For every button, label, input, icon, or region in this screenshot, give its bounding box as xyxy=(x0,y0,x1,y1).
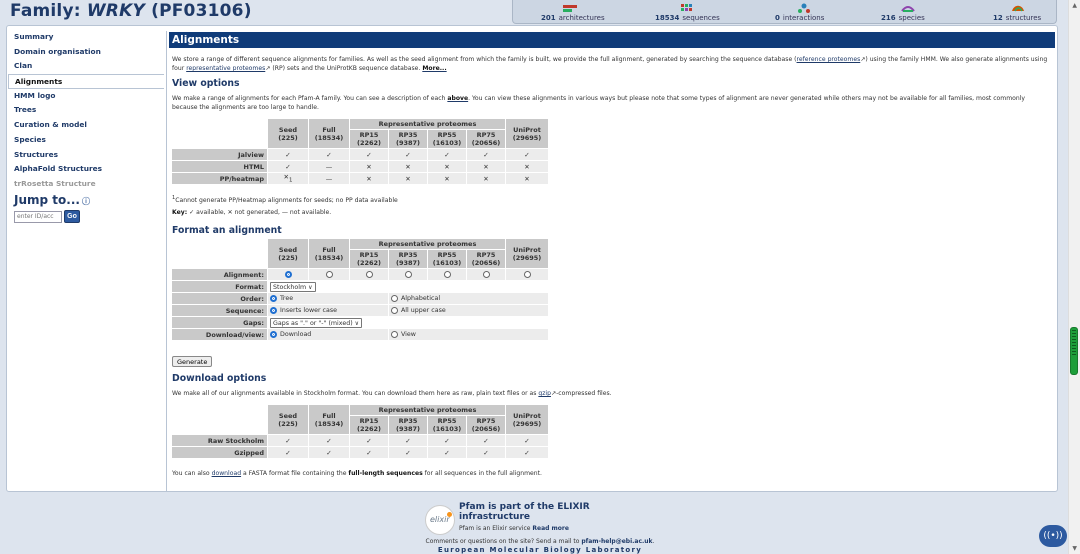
format-table: Seed (225) Full (18534) Representative pro… xyxy=(171,238,549,341)
col-uniprot: UniProt (29695) xyxy=(506,119,548,148)
fasta-text: You can also download a FASTA format fil… xyxy=(172,470,542,477)
alignment-radio-full[interactable] xyxy=(325,271,333,278)
help-icon[interactable]: ⓘ xyxy=(82,197,90,206)
col-rp35: RP35 (9387) xyxy=(389,130,427,148)
sequence-radio-upper[interactable] xyxy=(391,307,398,314)
order-radio-tree[interactable] xyxy=(270,295,277,302)
sidebar-nav: Summary Domain organisation Clan Alignme… xyxy=(6,30,164,192)
elixir-heading: Pfam is part of the ELIXIR infrastructure xyxy=(459,502,590,522)
order-row: Order: Tree Alphabetical xyxy=(172,293,548,304)
view-options-text: We make a range of alignments for each P… xyxy=(172,95,1026,111)
sequences-icon xyxy=(680,3,696,13)
table-row: HTML ✓ — ✕ ✕ ✕ ✕ ✕ xyxy=(172,161,548,172)
footnote: 1Cannot generate PP/Heatmap alignments f… xyxy=(172,195,398,205)
representative-proteomes-link[interactable]: representative proteomes xyxy=(186,65,265,72)
sidebar-item-summary[interactable]: Summary xyxy=(6,30,162,45)
view-options-table: Seed (225) Full (18534) Representative pro… xyxy=(171,118,549,185)
jump-to-input[interactable] xyxy=(14,210,62,223)
contact-line: Comments or questions on the site? Send … xyxy=(425,538,655,545)
col-full: Full (18534) xyxy=(309,119,349,148)
intro-text: We store a range of different sequence a… xyxy=(172,56,1048,72)
view-radio[interactable] xyxy=(391,331,398,338)
table-row: Gzipped ✓ ✓ ✓ ✓ ✓ ✓ ✓ xyxy=(172,447,548,458)
generate-button[interactable]: Generate xyxy=(172,356,213,367)
gaps-select[interactable]: Gaps as "." or "-" (mixed) ∨ xyxy=(270,317,363,328)
order-radio-alphabetical[interactable] xyxy=(391,295,398,302)
chevron-down-icon: ∨ xyxy=(308,283,313,291)
section-title: Alignments xyxy=(169,32,1055,48)
col-rp15: RP15 (2262) xyxy=(350,130,388,148)
species-icon xyxy=(900,3,916,13)
download-fasta-link[interactable]: download xyxy=(212,470,241,477)
sidebar-item-trees[interactable]: Trees xyxy=(6,103,162,118)
jump-to-box: Jump to...ⓘ Go xyxy=(14,193,90,223)
download-radio[interactable] xyxy=(270,331,277,338)
view-options-heading: View options xyxy=(172,78,240,89)
interactions-icon xyxy=(796,3,812,13)
scroll-down-icon[interactable]: ▼ xyxy=(1072,545,1077,552)
structures-icon xyxy=(1010,3,1026,13)
format-heading: Format an alignment xyxy=(172,225,282,236)
col-seed: Seed (225) xyxy=(268,119,308,148)
sidebar-item-hmm-logo[interactable]: HMM logo xyxy=(6,89,162,104)
sidebar-item-structures[interactable]: Structures xyxy=(6,148,162,163)
sequence-row: Sequence: Inserts lower case All upper c… xyxy=(172,305,548,316)
col-rp75: RP75 (20656) xyxy=(467,130,505,148)
scrollbar[interactable]: ▲ ▼ xyxy=(1068,0,1080,554)
reference-proteomes-link[interactable]: reference proteomes xyxy=(797,56,861,63)
key-legend: Key: ✓ available, ✕ not generated, — not… xyxy=(172,209,332,216)
gzip-link[interactable]: gzip xyxy=(538,390,551,397)
elixir-subtext: Pfam is an Elixir service Read more xyxy=(459,525,569,532)
sidebar-item-alignments[interactable]: Alignments xyxy=(8,74,164,89)
sidebar-item-alphafold-structures[interactable]: AlphaFold Structures xyxy=(6,162,162,177)
alignment-radio-uniprot[interactable] xyxy=(523,271,531,278)
alignment-radio-rp55[interactable] xyxy=(443,271,451,278)
elixir-logo[interactable]: elixir xyxy=(425,505,455,535)
col-representative-proteomes: Representative proteomes xyxy=(350,119,505,129)
chevron-down-icon: ∨ xyxy=(354,319,360,327)
above-link[interactable]: above xyxy=(447,95,468,102)
contact-email-link[interactable]: pfam-help@ebi.ac.uk xyxy=(581,538,652,545)
scroll-up-icon[interactable]: ▲ xyxy=(1072,2,1077,9)
family-stats-bar: 201 architectures 18534 sequences 0 interac… xyxy=(512,0,1057,24)
gaps-row: Gaps: Gaps as "." or "-" (mixed) ∨ xyxy=(172,317,548,328)
alignments-content: Alignments We store a range of different… xyxy=(166,31,1056,491)
download-text: We make all of our alignments available … xyxy=(172,390,612,397)
download-options-heading: Download options xyxy=(172,373,267,384)
alignment-row: Alignment: xyxy=(172,269,548,280)
alignment-radio-seed[interactable] xyxy=(284,271,292,278)
format-select[interactable]: Stockholm ∨ xyxy=(270,281,316,292)
more-link[interactable]: More... xyxy=(422,65,446,72)
alignment-radio-rp15[interactable] xyxy=(365,271,373,278)
format-row: Format: Stockholm ∨ xyxy=(172,281,548,292)
go-button[interactable]: Go xyxy=(64,210,80,223)
sidebar-item-curation-model[interactable]: Curation & model xyxy=(6,118,162,133)
sequence-radio-lower[interactable] xyxy=(270,307,277,314)
col-rp55: RP55 (16103) xyxy=(428,130,466,148)
page-header: Family: WRKY (PF03106) 201 architectures … xyxy=(0,0,1068,28)
architectures-icon xyxy=(562,3,578,13)
alignment-radio-rp75[interactable] xyxy=(482,271,490,278)
table-row: Raw Stockholm ✓ ✓ ✓ ✓ ✓ ✓ ✓ xyxy=(172,435,548,446)
jump-to-title: Jump to... ⓘ xyxy=(14,193,90,207)
sidebar-item-domain-organisation[interactable]: Domain organisation xyxy=(6,45,162,60)
download-view-row: Download/view: Download View xyxy=(172,329,548,340)
page-title: Family: WRKY (PF03106) xyxy=(10,1,252,21)
scroll-thumb[interactable] xyxy=(1070,327,1078,375)
read-more-link[interactable]: Read more xyxy=(532,525,569,532)
sidebar-item-trrosetta-structure: trRosetta Structure xyxy=(14,178,96,188)
accessibility-fab-icon[interactable]: ((•)) xyxy=(1039,525,1067,547)
table-row: Jalview ✓ ✓ ✓ ✓ ✓ ✓ ✓ xyxy=(172,149,548,160)
sidebar-item-clan[interactable]: Clan xyxy=(6,59,162,74)
download-table: Seed (225) Full (18534) Representative pro… xyxy=(171,404,549,459)
sidebar-item-species[interactable]: Species xyxy=(6,133,162,148)
alignment-radio-rp35[interactable] xyxy=(404,271,412,278)
embl-footer: European Molecular Biology Laboratory xyxy=(437,546,643,554)
table-row: PP/heatmap ✕1 — ✕ ✕ ✕ ✕ ✕ xyxy=(172,173,548,184)
